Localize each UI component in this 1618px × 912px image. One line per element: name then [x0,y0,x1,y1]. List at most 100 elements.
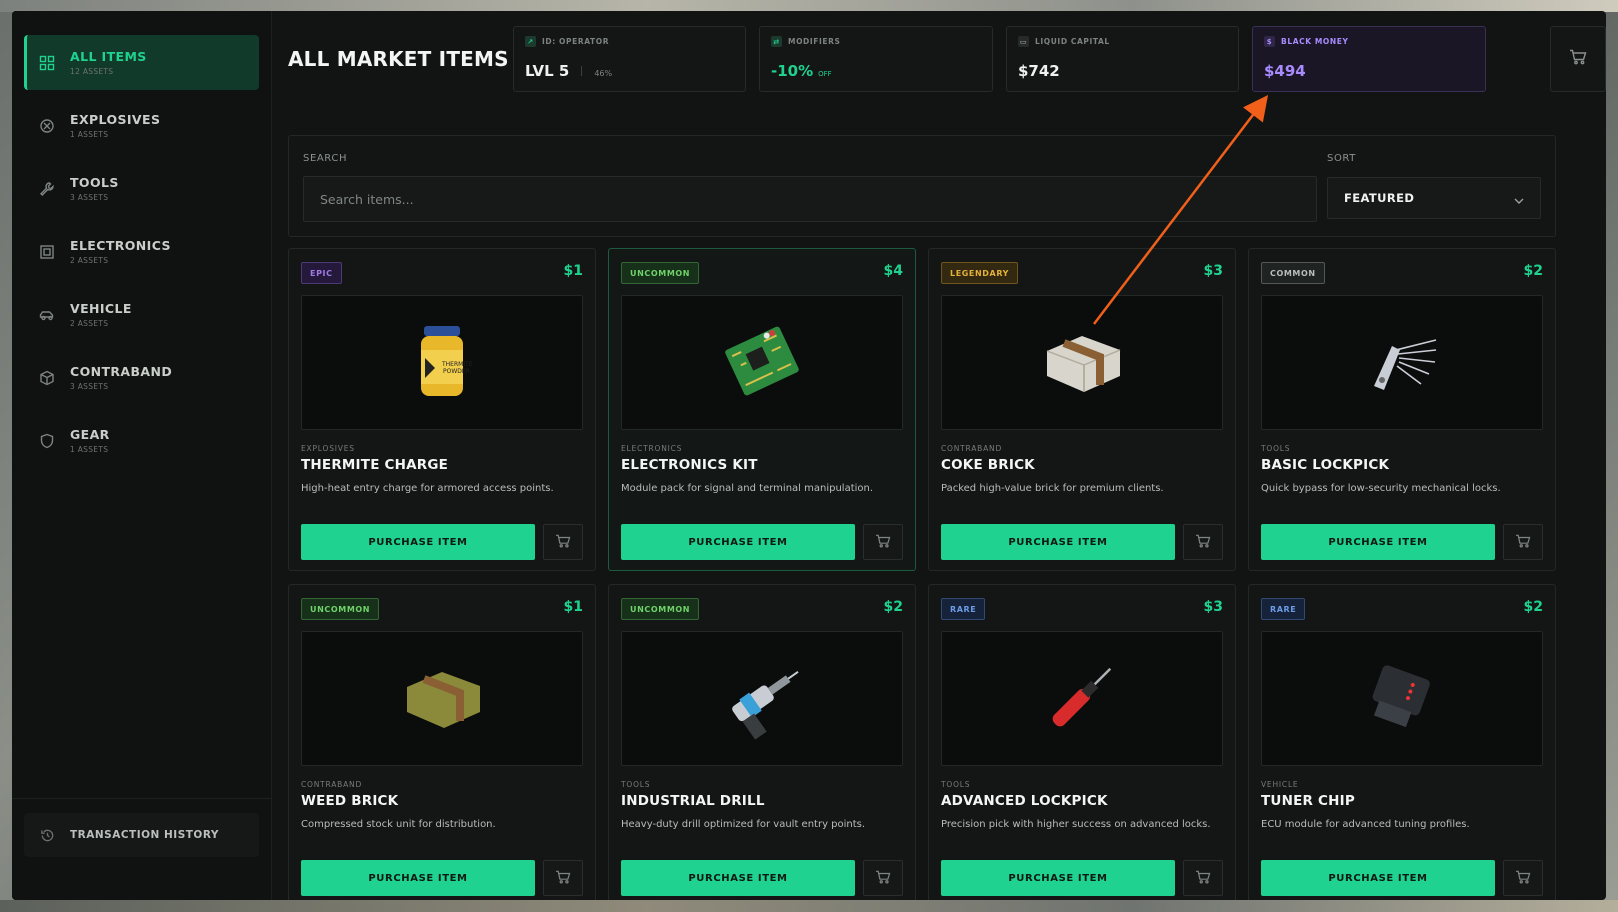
item-description: ECU module for advanced tuning profiles. [1261,819,1470,830]
sidebar-item-vehicle[interactable]: VEHICLE 2 ASSETS [24,287,259,342]
history-icon [38,826,56,844]
item-price: $3 [1203,599,1223,615]
sidebar-item-label: ALL ITEMS [70,49,147,64]
item-category: VEHICLE [1261,780,1299,789]
item-image [1261,631,1543,766]
purchase-item-button[interactable]: PURCHASE ITEM [1261,524,1495,560]
sidebar-item-label: GEAR [70,427,110,442]
item-name: TUNER CHIP [1261,793,1355,809]
add-to-cart-button[interactable] [543,860,583,896]
lockpick-icon [1352,316,1452,410]
sidebar-item-gear[interactable]: GEAR 1 ASSETS [24,413,259,468]
sort-select[interactable]: FEATURED [1327,177,1541,219]
rarity-badge: UNCOMMON [301,598,380,620]
operator-icon: ↗ [525,36,536,47]
add-to-cart-button[interactable] [543,524,583,560]
add-to-cart-button[interactable] [863,524,903,560]
background-bottom [0,900,1618,912]
grid-icon [38,54,56,72]
car-icon [38,306,56,324]
add-to-cart-button[interactable] [863,860,903,896]
purchase-item-button[interactable]: PURCHASE ITEM [301,524,535,560]
add-to-cart-button[interactable] [1183,524,1223,560]
sidebar-item-label: ELECTRONICS [70,238,171,253]
cart-icon [555,533,571,552]
sidebar-item-all-items[interactable]: ALL ITEMS 12 ASSETS [24,35,259,90]
sidebar-footer: TRANSACTION HISTORY [12,798,271,900]
sidebar-item-contraband[interactable]: CONTRABAND 3 ASSETS [24,350,259,405]
cart-icon [875,533,891,552]
item-description: Compressed stock unit for distribution. [301,819,496,830]
item-price: $3 [1203,263,1223,279]
drill-icon [712,652,812,746]
sidebar-item-electronics[interactable]: ELECTRONICS 2 ASSETS [24,224,259,279]
search-input[interactable] [303,176,1317,222]
item-image [1261,295,1543,430]
item-price: $2 [883,599,903,615]
add-to-cart-button[interactable] [1503,860,1543,896]
transaction-history-button[interactable]: TRANSACTION HISTORY [24,813,259,857]
sidebar-item-count: 1 ASSETS [70,130,109,139]
item-description: High-heat entry charge for armored acces… [301,483,554,494]
item-card[interactable]: RARE $3 TOOLS ADVANCED LOCKPICK Precision pi… [928,584,1236,900]
purchase-item-button[interactable]: PURCHASE ITEM [941,860,1175,896]
item-image [941,295,1223,430]
item-name: INDUSTRIAL DRILL [621,793,765,809]
item-description: Module pack for signal and terminal mani… [621,483,874,494]
sidebar-item-tools[interactable]: TOOLS 3 ASSETS [24,161,259,216]
cart-button[interactable] [1550,26,1606,92]
sidebar-item-count: 1 ASSETS [70,445,109,454]
purchase-item-button[interactable]: PURCHASE ITEM [941,524,1175,560]
rarity-badge: RARE [1261,598,1306,620]
operator-label: ID: OPERATOR [542,37,610,46]
rarity-badge: COMMON [1261,262,1325,284]
modifiers-label: MODIFIERS [788,37,841,46]
sidebar-item-count: 3 ASSETS [70,382,109,391]
rarity-badge: UNCOMMON [621,262,700,284]
black-money-stat: $ BLACK MONEY $494 [1252,26,1486,92]
item-image [301,631,583,766]
rarity-badge: RARE [941,598,986,620]
item-image [621,295,903,430]
item-name: THERMITE CHARGE [301,457,449,473]
liquid-capital-label: LIQUID CAPITAL [1035,37,1110,46]
transaction-history-label: TRANSACTION HISTORY [70,829,219,841]
add-to-cart-button[interactable] [1503,524,1543,560]
svg-text:POWDER: POWDER [443,368,470,375]
item-card[interactable]: LEGENDARY $3 CONTRABAND COKE BRICK Packed hi… [928,248,1236,571]
item-image: THERMITE POWDER [301,295,583,430]
sidebar-item-explosives[interactable]: EXPLOSIVES 1 ASSETS [24,98,259,153]
explosive-icon [38,117,56,135]
cart-icon [875,869,891,888]
cart-icon [1195,869,1211,888]
purchase-item-button[interactable]: PURCHASE ITEM [621,524,855,560]
item-card[interactable]: COMMON $2 TOOLS BASIC LOCKPICK Quick bypass … [1248,248,1556,571]
item-card[interactable]: UNCOMMON $1 CONTRABAND WEED BRICK Compressed… [288,584,596,900]
item-category: TOOLS [1261,444,1291,453]
search-panel: SEARCH SORT FEATURED [288,135,1556,237]
purchase-item-button[interactable]: PURCHASE ITEM [621,860,855,896]
item-card[interactable]: UNCOMMON $2 TOOLS INDUSTRIAL DRILL Heavy-dut… [608,584,916,900]
item-grid: EPIC $1 THERMITE POWDER EXPLOSIVES THERMITE C… [288,248,1556,900]
item-card[interactable]: RARE $2 VEHICLE TUNER CHIP ECU module for ad… [1248,584,1556,900]
rarity-badge: UNCOMMON [621,598,700,620]
black-money-label: BLACK MONEY [1281,37,1349,46]
wrench-icon [38,180,56,198]
sort-label: SORT [1327,153,1356,164]
sidebar-item-count: 3 ASSETS [70,193,109,202]
modifiers-stat: ⇄ MODIFIERS -10% OFF [759,26,993,92]
chip-icon [38,243,56,261]
liquid-capital-value: $742 [1018,62,1060,80]
item-card[interactable]: EPIC $1 THERMITE POWDER EXPLOSIVES THERMITE C… [288,248,596,571]
item-description: Quick bypass for low-security mechanical… [1261,483,1501,494]
purchase-item-button[interactable]: PURCHASE ITEM [1261,860,1495,896]
operator-progress: 46% [594,69,613,78]
item-image [621,631,903,766]
sidebar-item-count: 2 ASSETS [70,256,109,265]
modifiers-value: -10% [771,62,814,80]
add-to-cart-button[interactable] [1183,860,1223,896]
rarity-badge: EPIC [301,262,342,284]
item-card[interactable]: UNCOMMON $4 ELECTRONICS ELECTRONICS KIT Modu… [608,248,916,571]
main-content: ALL MARKET ITEMS ↗ ID: OPERATOR LVL 5 46% … [272,11,1606,900]
purchase-item-button[interactable]: PURCHASE ITEM [301,860,535,896]
